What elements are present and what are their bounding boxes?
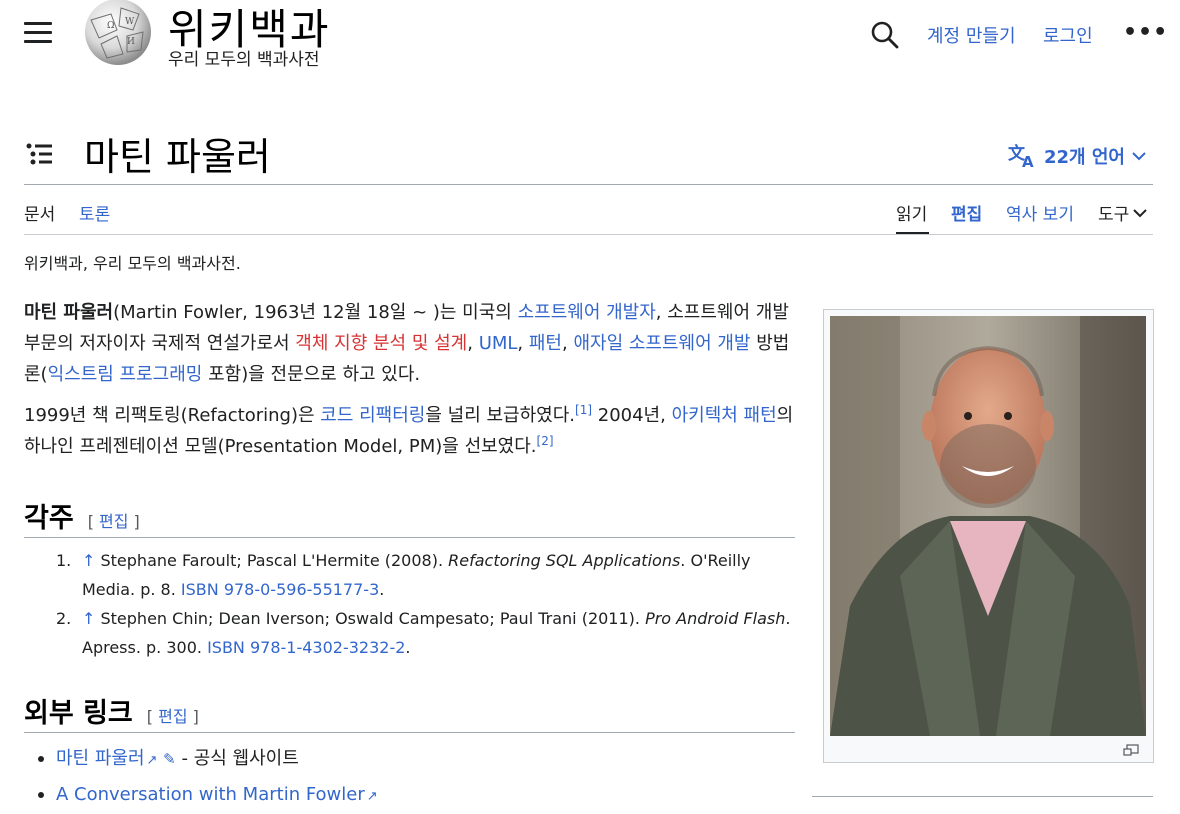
text: - 공식 웹사이트 <box>175 748 299 769</box>
edit-section: [ 편집 ] <box>146 707 199 726</box>
link-architecture-pattern[interactable]: 아키텍처 패턴 <box>672 405 777 426</box>
conversation-link[interactable]: A Conversation with Martin Fowler <box>56 784 365 805</box>
link-extreme-programming[interactable]: 익스트림 프로그래밍 <box>48 364 203 385</box>
svg-text:Ω: Ω <box>107 21 114 31</box>
isbn-link[interactable]: ISBN 978-1-4302-3232-2 <box>207 638 405 657</box>
title-divider <box>24 184 1153 185</box>
create-account-link[interactable]: 계정 만들기 <box>927 22 1016 48</box>
chevron-down-icon <box>1132 152 1146 161</box>
tabs-divider <box>24 234 1153 235</box>
tab-history[interactable]: 역사 보기 <box>1006 200 1074 225</box>
edit-section: [ 편집 ] <box>87 512 140 531</box>
isbn-link[interactable]: ISBN 978-0-596-55177-3 <box>181 580 379 599</box>
external-links-list: 마틴 파울러 ↗ ✎ - 공식 웹사이트 A Conversation with … <box>38 742 378 814</box>
external-links-heading-text: 외부 링크 <box>24 698 133 729</box>
list-item: 1. ↑ Stephane Faroult; Pascal L'Hermite … <box>56 546 796 604</box>
external-links-divider <box>24 732 795 733</box>
main-menu-button[interactable] <box>24 22 52 46</box>
second-infobox-edge <box>812 796 1153 807</box>
official-site-link[interactable]: 마틴 파울러 <box>56 748 145 769</box>
svg-text:И: И <box>127 37 135 47</box>
text: , <box>562 333 574 354</box>
reference-2[interactable]: [2] <box>537 434 554 448</box>
language-count: 22개 언어 <box>1044 147 1125 168</box>
external-links-heading: 외부 링크 [ 편집 ] <box>24 691 199 730</box>
tab-edit[interactable]: 편집 <box>951 200 982 225</box>
text: Stephen Chin; Dean Iverson; Oswald Campe… <box>100 609 646 628</box>
tab-talk[interactable]: 토론 <box>79 200 110 225</box>
link-agile[interactable]: 애자일 소프트웨어 개발 <box>573 333 750 354</box>
link-code-refactoring[interactable]: 코드 리팩터링 <box>320 405 425 426</box>
chevron-down-icon <box>1133 208 1147 217</box>
svg-text:A: A <box>1022 153 1034 169</box>
link-uml[interactable]: UML <box>479 333 518 354</box>
svg-text:W: W <box>125 17 135 27</box>
site-tagline: 우리 모두의 백과사전 <box>168 50 320 70</box>
text: . <box>405 638 411 657</box>
table-of-contents-icon[interactable] <box>25 142 53 168</box>
translate-icon: 文 A <box>1008 143 1034 169</box>
references-divider <box>24 537 795 538</box>
text: 을 널리 보급하였다. <box>425 405 576 426</box>
language-button[interactable]: 文 A 22개 언어 <box>1008 143 1147 169</box>
list-item: 마틴 파울러 ↗ ✎ - 공식 웹사이트 <box>38 742 378 778</box>
text: 2004년, <box>592 405 672 426</box>
tools-label: 도구 <box>1098 205 1130 225</box>
book-title: Refactoring SQL Applications <box>448 551 681 570</box>
backlink-arrow[interactable]: ↑ <box>82 609 95 628</box>
reference-number: 2. <box>56 609 72 628</box>
tab-read[interactable]: 읽기 <box>896 200 927 225</box>
text: 포함)을 전문으로 하고 있다. <box>202 364 421 385</box>
list-item: A Conversation with Martin Fowler ↗ <box>38 778 378 814</box>
list-item: 2. ↑ Stephen Chin; Dean Iverson; Oswald … <box>56 604 796 662</box>
references-list: 1. ↑ Stephane Faroult; Pascal L'Hermite … <box>56 546 796 662</box>
references-heading: 각주 [ 편집 ] <box>24 496 140 535</box>
text: (Martin Fowler, 1963년 12월 18일 ~ )는 미국의 <box>113 302 518 323</box>
reference-1[interactable]: [1] <box>575 403 592 417</box>
bullet <box>38 792 44 798</box>
site-subtitle: 위키백과, 우리 모두의 백과사전. <box>24 254 241 273</box>
link-pattern[interactable]: 패턴 <box>529 333 562 354</box>
wikipedia-globe-logo[interactable]: Ω W И <box>81 0 155 68</box>
book-title: Pro Android Flash <box>645 609 786 628</box>
login-link[interactable]: 로그인 <box>1043 22 1093 48</box>
search-icon[interactable] <box>870 20 900 50</box>
text: . <box>379 580 385 599</box>
reference-number: 1. <box>56 551 72 570</box>
bullet <box>38 756 44 762</box>
tab-article[interactable]: 문서 <box>24 200 55 225</box>
text: Stephane Faroult; Pascal L'Hermite (2008… <box>100 551 449 570</box>
more-options-icon[interactable]: ••• <box>1123 20 1168 45</box>
text: , <box>517 333 529 354</box>
external-link-icon: ↗ <box>366 789 378 804</box>
text: 1999년 책 리팩토링(Refactoring)은 <box>24 405 321 426</box>
redlink-ooad[interactable]: 객체 지향 분석 및 설계 <box>295 333 467 354</box>
link-software-developer[interactable]: 소프트웨어 개발자 <box>518 302 656 323</box>
enlarge-icon[interactable] <box>1123 744 1139 756</box>
history-paragraph: 1999년 책 리팩토링(Refactoring)은 코드 리팩터링을 널리 보… <box>24 400 799 462</box>
references-heading-text: 각주 <box>24 503 74 534</box>
text: , <box>467 333 479 354</box>
intro-paragraph: 마틴 파울러(Martin Fowler, 1963년 12월 18일 ~ )는… <box>24 297 799 390</box>
page-title: 마틴 파울러 <box>84 135 271 179</box>
tools-menu[interactable]: 도구 <box>1098 200 1147 225</box>
pencil-icon[interactable]: ✎ <box>163 750 176 768</box>
subject-name: 마틴 파울러 <box>24 302 114 323</box>
edit-references-link[interactable]: 편집 <box>99 512 128 531</box>
external-link-icon: ↗ <box>146 753 158 768</box>
portrait-photo[interactable] <box>830 316 1146 736</box>
infobox-image <box>823 309 1154 763</box>
backlink-arrow[interactable]: ↑ <box>82 551 95 570</box>
edit-external-links-link[interactable]: 편집 <box>158 707 187 726</box>
